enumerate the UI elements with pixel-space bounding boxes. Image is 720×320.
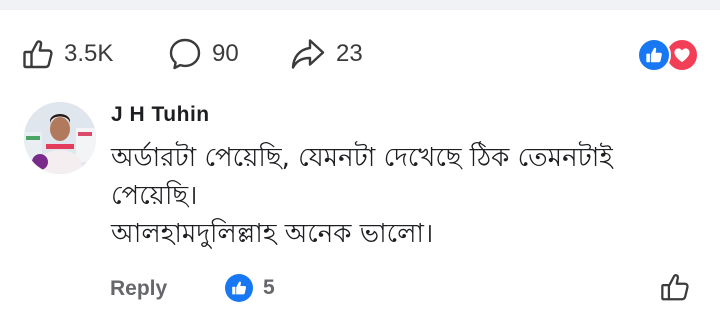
likes-count: 3.5K: [64, 40, 114, 67]
comment-text: অর্ডারটা পেয়েছি, যেমনটা দেখেছে ঠিক তেমন…: [111, 139, 701, 253]
share-button[interactable]: 23: [290, 37, 363, 71]
comment-line: পেয়েছি।: [111, 181, 198, 211]
comments-count: 90: [212, 40, 239, 67]
post-action-bar: 3.5K 90 23: [0, 10, 720, 92]
comment-like-button[interactable]: [660, 272, 690, 307]
shares-count: 23: [336, 40, 363, 67]
thumbs-up-icon: [22, 38, 54, 70]
like-icon: [637, 38, 671, 72]
share-arrow-icon: [290, 37, 326, 71]
comment-author[interactable]: J H Tuhin: [111, 103, 210, 127]
comment-footer: Reply 5: [0, 272, 720, 308]
comment-line: অর্ডারটা পেয়েছি, যেমনটা দেখেছে ঠিক তেমন…: [111, 143, 613, 173]
reaction-summary[interactable]: [637, 38, 699, 72]
like-button[interactable]: 3.5K: [22, 37, 113, 71]
thumbs-up-icon: [660, 274, 690, 306]
like-icon: [225, 274, 253, 302]
comment-bubble-icon: [168, 37, 202, 71]
top-divider-band: [0, 0, 720, 10]
comment-like-count: 5: [263, 276, 275, 299]
avatar[interactable]: [24, 102, 96, 174]
reply-button[interactable]: Reply: [110, 277, 167, 301]
comment-button[interactable]: 90: [168, 37, 239, 71]
comment-line: আলহামদুলিল্লাহ অনেক ভালো।: [111, 219, 434, 249]
comment-item: J H Tuhin অর্ডারটা পেয়েছি, যেমনটা দেখেছ…: [0, 92, 720, 320]
comment-reaction-count[interactable]: 5: [225, 274, 275, 302]
